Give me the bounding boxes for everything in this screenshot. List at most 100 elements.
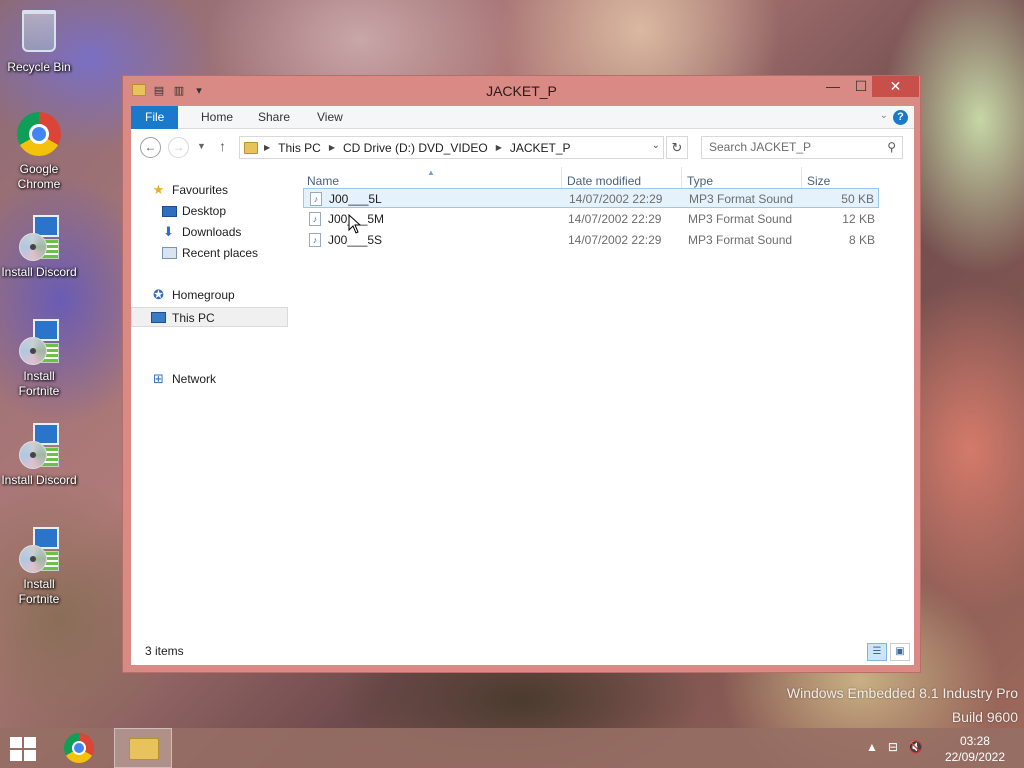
- audio-file-icon: ♪: [310, 192, 322, 206]
- breadcrumb-cd-drive[interactable]: CD Drive (D:) DVD_VIDEO: [343, 141, 488, 155]
- file-type: MP3 Format Sound: [688, 233, 793, 247]
- nav-label: Downloads: [182, 225, 242, 239]
- breadcrumb-this-pc[interactable]: This PC: [278, 141, 321, 155]
- nav-label: Homegroup: [172, 288, 235, 302]
- forward-button[interactable]: →: [168, 137, 189, 158]
- file-row[interactable]: ♪ J00___5S 14/07/2002 22:29 MP3 Format S…: [303, 230, 879, 250]
- close-button[interactable]: ✕: [872, 76, 919, 97]
- desktop-icon: [162, 206, 177, 217]
- desktop-icon-install-discord[interactable]: Install Discord: [0, 422, 78, 488]
- chevron-down-icon[interactable]: ⌄: [652, 140, 660, 151]
- file-row[interactable]: ♪ J00___5M 14/07/2002 22:29 MP3 Format S…: [303, 209, 879, 229]
- details-view-icon: ☰: [872, 646, 882, 657]
- search-input[interactable]: Search JACKET_P ⚲: [701, 136, 903, 159]
- nav-label: Network: [172, 372, 217, 386]
- download-icon: ⬇: [163, 224, 174, 239]
- nav-network[interactable]: ⊞ Network: [131, 369, 288, 389]
- nav-favourites[interactable]: ★ Favourites: [131, 180, 288, 200]
- audio-file-icon: ♪: [309, 212, 321, 226]
- breadcrumb-separator-icon[interactable]: ▶: [329, 143, 335, 152]
- tab-file[interactable]: File: [131, 106, 179, 129]
- taskbar-file-explorer-button[interactable]: [114, 728, 172, 768]
- breadcrumb-separator-icon[interactable]: ▶: [264, 143, 270, 152]
- volume-muted-icon[interactable]: 🔇: [908, 740, 923, 754]
- nav-label: Favourites: [172, 183, 229, 197]
- desktop-icon-label: Google Chrome: [17, 162, 61, 191]
- file-explorer-icon: [129, 738, 159, 760]
- file-type: MP3 Format Sound: [689, 192, 794, 206]
- column-header-label: Date modified: [567, 174, 642, 188]
- navigation-bar: ← → ▼ ↑ ▶ This PC ▶ CD Drive (D:) DVD_VI…: [131, 129, 914, 167]
- column-header-label: Size: [807, 174, 831, 188]
- file-date: 14/07/2002 22:29: [568, 233, 662, 247]
- file-name: J00___5L: [329, 192, 382, 206]
- address-bar[interactable]: ▶ This PC ▶ CD Drive (D:) DVD_VIDEO ▶ JA…: [239, 136, 664, 159]
- clock-time: 03:28: [959, 734, 990, 748]
- column-header-label: Name: [307, 174, 340, 188]
- tab-home[interactable]: Home: [187, 106, 247, 129]
- arrow-right-icon: →: [172, 140, 185, 154]
- status-bar: 3 items ☰ ▣: [131, 638, 914, 665]
- arrow-up-icon: ↑: [219, 138, 226, 154]
- chrome-icon: [64, 733, 94, 763]
- column-header-label: Type: [687, 174, 714, 188]
- arrow-left-icon: ←: [144, 140, 157, 154]
- breadcrumb-separator-icon[interactable]: ▶: [496, 143, 502, 152]
- mouse-cursor-icon: [348, 214, 362, 234]
- search-placeholder: Search JACKET_P: [709, 140, 812, 154]
- file-size: 50 KB: [841, 192, 874, 206]
- nav-homegroup[interactable]: ✪ Homegroup: [131, 285, 288, 305]
- nav-label: Recent places: [182, 246, 259, 260]
- recent-locations-dropdown[interactable]: ▼: [197, 141, 206, 151]
- desktop-icon-google-chrome[interactable]: Google Chrome: [0, 110, 78, 192]
- minimize-button[interactable]: —: [819, 76, 847, 97]
- nav-downloads[interactable]: ⬇ Downloads: [131, 222, 288, 242]
- network-tray-icon[interactable]: ⊟: [888, 740, 898, 754]
- show-hidden-icons-icon[interactable]: ▲: [866, 740, 878, 754]
- desktop-icon-label: Recycle Bin: [7, 60, 71, 74]
- large-icons-view-button[interactable]: ▣: [890, 643, 910, 661]
- recent-places-icon: [162, 247, 177, 259]
- nav-recent-places[interactable]: Recent places: [131, 243, 288, 263]
- breadcrumb-jacket-p[interactable]: JACKET_P: [510, 141, 571, 155]
- refresh-button[interactable]: ↻: [666, 136, 688, 159]
- nav-this-pc[interactable]: This PC: [131, 307, 288, 327]
- up-button[interactable]: ↑: [219, 138, 226, 154]
- homegroup-icon: ✪: [153, 287, 164, 302]
- desktop-icon-recycle-bin[interactable]: Recycle Bin: [0, 6, 78, 75]
- content-area: ★ Favourites Desktop ⬇ Downloads Recent …: [131, 167, 914, 638]
- desktop-icon-install-discord[interactable]: Install Discord: [0, 214, 78, 280]
- file-row[interactable]: ♪ J00___5L 14/07/2002 22:29 MP3 Format S…: [303, 188, 879, 208]
- installer-icon: [15, 423, 63, 471]
- maximize-button[interactable]: ☐: [847, 76, 875, 97]
- chrome-icon: [15, 112, 63, 160]
- tab-share[interactable]: Share: [244, 106, 304, 129]
- network-icon: ⊞: [153, 371, 164, 386]
- ribbon: File Home Share View ⌄ ?: [131, 106, 914, 129]
- desktop-icon-install-fortnite[interactable]: Install Fortnite: [0, 318, 78, 399]
- folder-icon: [244, 141, 258, 154]
- expand-ribbon-icon[interactable]: ⌄: [880, 110, 888, 121]
- desktop-icon-label: Install Fortnite: [18, 369, 60, 398]
- installer-icon: [15, 319, 63, 367]
- clock-date: 22/09/2022: [944, 750, 1005, 764]
- file-list: ▲ Name Date modified Type Size ♪ J00___5…: [303, 167, 914, 638]
- desktop-icon-install-fortnite[interactable]: Install Fortnite: [0, 526, 78, 607]
- window-title: JACKET_P: [486, 83, 557, 99]
- start-button[interactable]: [10, 737, 38, 761]
- nav-desktop[interactable]: Desktop: [131, 201, 288, 221]
- os-build-watermark: Build 9600: [951, 709, 1018, 725]
- help-icon[interactable]: ?: [893, 110, 908, 125]
- back-button[interactable]: ←: [140, 137, 161, 158]
- clock[interactable]: 03:28 22/09/2022: [945, 733, 1005, 765]
- file-date: 14/07/2002 22:29: [569, 192, 663, 206]
- item-count: 3 items: [145, 644, 184, 658]
- tab-view[interactable]: View: [303, 106, 357, 129]
- title-bar[interactable]: ▤ ▥ ▾ JACKET_P — ☐ ✕: [123, 76, 920, 106]
- file-type: MP3 Format Sound: [688, 212, 793, 226]
- nav-label: Desktop: [182, 204, 227, 218]
- taskbar-chrome-button[interactable]: [64, 733, 98, 763]
- sort-ascending-icon: ▲: [427, 168, 435, 177]
- computer-icon: [151, 312, 166, 323]
- details-view-button[interactable]: ☰: [867, 643, 887, 661]
